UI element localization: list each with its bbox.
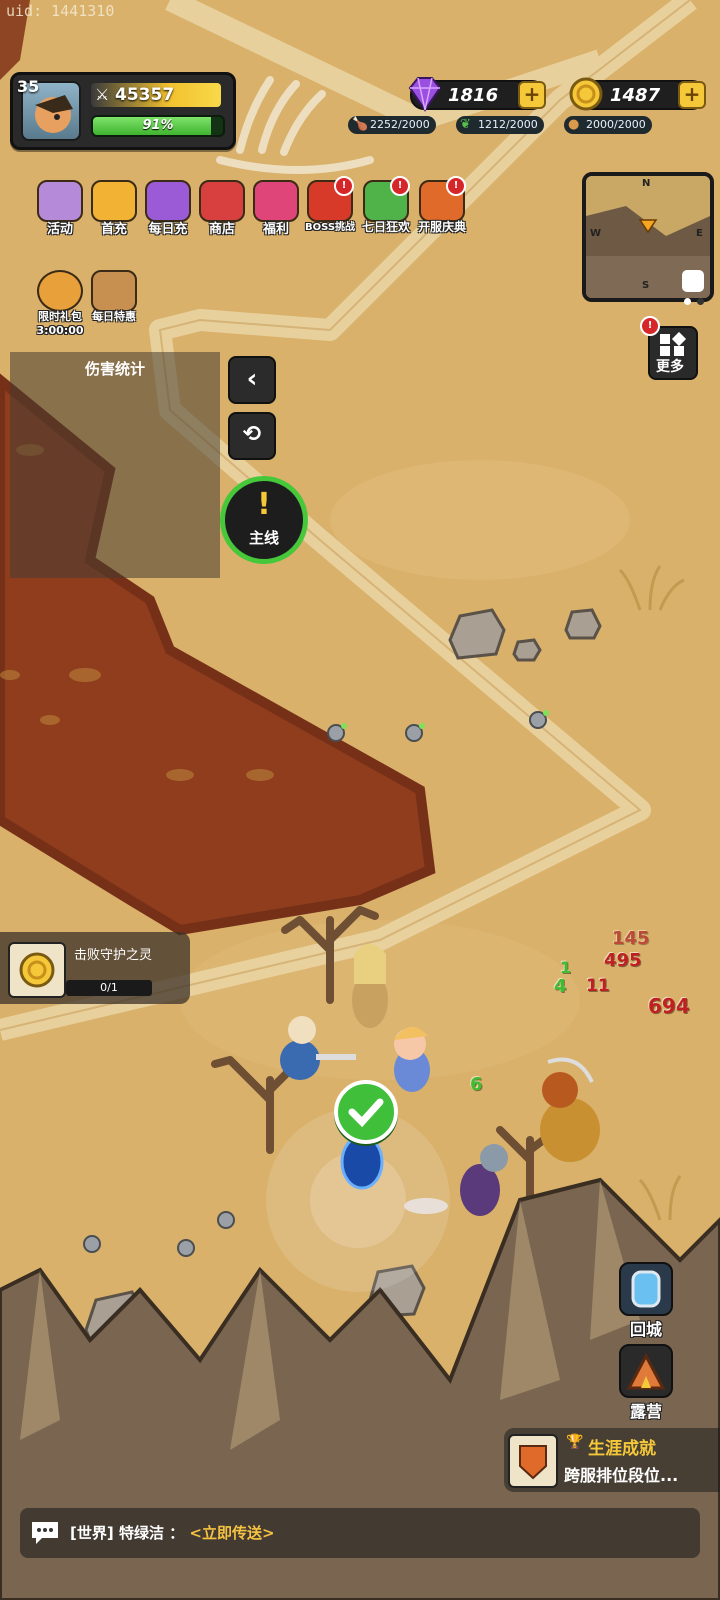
campfire-icon	[619, 1344, 673, 1398]
heal-number: 1	[560, 958, 572, 977]
exp-percent: 91%	[142, 118, 174, 133]
add-gems-button[interactable]: +	[518, 81, 546, 109]
damage-number: 694	[648, 994, 690, 1018]
notification-badge: !	[390, 176, 410, 196]
resource-leaf: ❦ 1212/2000	[456, 116, 544, 134]
return-town-button[interactable]: 回城	[616, 1262, 676, 1339]
chevron-left-icon: ‹	[246, 364, 258, 394]
checkpoint-marker[interactable]	[334, 1080, 398, 1144]
top-menu: 活动 首充 每日充 商店 福利 ! BOSS挑战 ! 七日狂欢 ! 开服庆典	[32, 176, 472, 244]
objective-tracker[interactable]: 击败守护之灵 0/1	[0, 932, 190, 1004]
menu-daily-deal[interactable]: 每日特惠	[86, 270, 142, 330]
teleport-link[interactable]: <立即传送>	[189, 1524, 274, 1542]
achievement-badge-icon	[508, 1434, 558, 1488]
history-button[interactable]: ⟲	[228, 412, 276, 460]
objective-progress-bar: 0/1	[66, 980, 152, 996]
notification-badge: !	[446, 176, 466, 196]
gold-coin-icon	[19, 952, 55, 988]
gold-value: 1487	[610, 85, 661, 106]
notification-badge: !	[334, 176, 354, 196]
crossed-swords-icon: ⚔	[95, 85, 110, 104]
player-panel[interactable]: 35 ⚔ 45357 91%	[10, 72, 236, 150]
damage-number: 495	[604, 950, 642, 971]
notification-badge: !	[640, 316, 660, 336]
shop-icon	[199, 180, 245, 222]
menu-server-celebration[interactable]: ! 开服庆典	[414, 176, 470, 240]
collapse-panel-button[interactable]: ‹	[228, 356, 276, 404]
gold-counter: 1487 +	[569, 77, 706, 111]
chat-message: [世界] 特绿洁 ： <立即传送>	[70, 1522, 275, 1543]
page-dot	[697, 298, 704, 305]
gem-counter: 1816 +	[408, 77, 546, 112]
menu-first-recharge[interactable]: 首充	[86, 180, 142, 240]
achievement-title: 生涯成就	[588, 1439, 656, 1459]
checkmark-icon	[348, 1098, 384, 1128]
damage-number: 11	[586, 976, 610, 996]
camp-button[interactable]: 露营	[616, 1344, 676, 1421]
menu-activity[interactable]: 活动	[32, 180, 88, 240]
gem-icon	[408, 77, 442, 112]
gold-coin-icon	[569, 77, 603, 111]
activity-icon	[37, 180, 83, 222]
menu-welfare[interactable]: 福利	[248, 180, 304, 240]
scale-icon	[91, 270, 137, 312]
limited-pack-timer: 3:00:00	[36, 324, 84, 337]
menu-seven-day[interactable]: ! 七日狂欢	[358, 176, 414, 240]
stopwatch-icon	[37, 270, 83, 312]
exclamation-icon: !	[257, 487, 271, 522]
combat-power: ⚔ 45357	[91, 83, 221, 107]
damage-number: 145	[612, 928, 650, 949]
menu-limited-pack[interactable]: 限时礼包 3:00:00	[32, 270, 88, 337]
add-gold-button[interactable]: +	[678, 81, 706, 109]
leaf-icon: ❦	[460, 117, 471, 132]
crown-icon	[91, 180, 137, 222]
heal-number: 4	[554, 976, 567, 997]
meat-icon: 🍗	[352, 117, 369, 132]
damage-stats-panel: 伤害统计	[10, 352, 220, 578]
objective-progress: 0/1	[100, 981, 118, 994]
achievement-text: 跨服排位段位...	[564, 1466, 679, 1485]
more-button[interactable]: 更多 !	[640, 316, 698, 380]
menu-daily-recharge[interactable]: 每日充	[140, 180, 196, 240]
menu-boss-challenge[interactable]: ! BOSS挑战	[302, 176, 358, 240]
town-portal-icon	[619, 1262, 673, 1316]
grid-icon	[660, 332, 687, 356]
achievement-notice[interactable]: 🏆 生涯成就 跨服排位段位...	[504, 1428, 720, 1492]
main-quest-button[interactable]: ! 主线	[220, 476, 308, 564]
chat-bar[interactable]: [世界] 特绿洁 ： <立即传送>	[20, 1508, 700, 1558]
resource-meat: 🍗 2252/2000	[348, 116, 436, 134]
trophy-icon: 🏆	[566, 1434, 584, 1450]
gift-icon	[253, 180, 299, 222]
exp-bar: 91%	[91, 115, 225, 137]
chat-bubble-icon	[32, 1522, 58, 1544]
resource-bread: ● 2000/2000	[564, 116, 652, 134]
combat-power-value: 45357	[115, 85, 175, 105]
uid-label: uid: 1441310	[6, 2, 115, 20]
chat-channel: [世界]	[70, 1524, 114, 1542]
objective-text: 击败守护之灵	[74, 948, 153, 963]
gem-value: 1816	[448, 85, 499, 106]
secondary-menu: 限时礼包 3:00:00 每日特惠	[32, 270, 152, 340]
objective-reward	[8, 942, 66, 998]
heal-number: 6	[470, 1074, 483, 1095]
treasure-chest-icon	[145, 180, 191, 222]
player-level: 35	[17, 77, 40, 96]
page-dot	[684, 298, 691, 305]
history-icon: ⟲	[242, 422, 262, 447]
vehicle-icon[interactable]	[682, 270, 704, 292]
main-quest-label: 主线	[248, 529, 279, 547]
minimap[interactable]: N S W E	[582, 172, 714, 302]
bread-icon: ●	[568, 117, 580, 132]
damage-stats-title: 伤害统计	[84, 360, 145, 378]
menu-shop[interactable]: 商店	[194, 180, 250, 240]
chat-sender: 特绿洁 ：	[118, 1524, 185, 1542]
